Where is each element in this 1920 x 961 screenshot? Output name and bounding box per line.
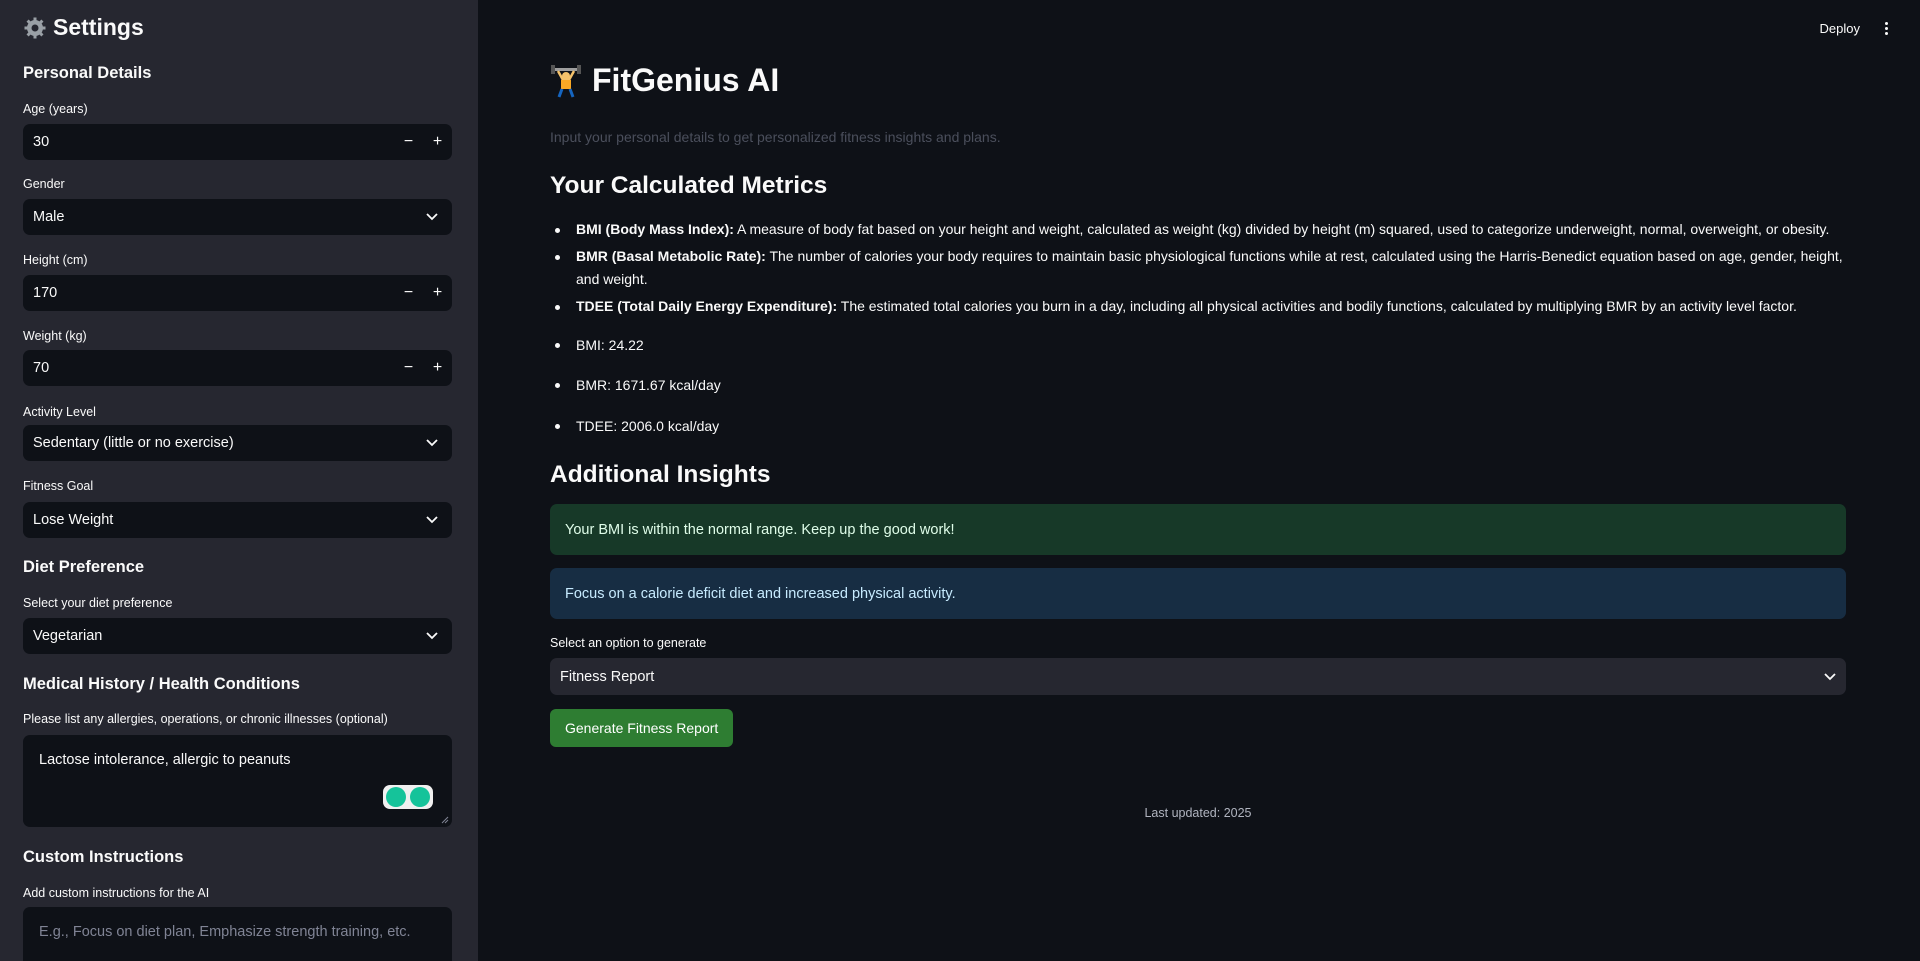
- gear-icon: [24, 17, 46, 38]
- definition-text: The estimated total calories you burn in…: [837, 297, 1797, 314]
- chevron-down-icon: [412, 516, 452, 524]
- insights-heading: Additional Insights: [550, 461, 771, 488]
- height-value[interactable]: 170: [23, 285, 394, 301]
- definition-bmi: BMI (Body Mass Index): A measure of body…: [550, 218, 1860, 242]
- chevron-down-icon: [412, 632, 452, 640]
- activity-select[interactable]: Sedentary (little or no exercise): [23, 425, 452, 461]
- page-title: FitGenius AI: [550, 62, 779, 99]
- custom-textarea[interactable]: E.g., Focus on diet plan, Emphasize stre…: [23, 907, 452, 961]
- generate-report-button[interactable]: Generate Fitness Report: [550, 709, 734, 747]
- definition-term: BMR (Basal Metabolic Rate):: [576, 247, 766, 264]
- activity-value: Sedentary (little or no exercise): [33, 435, 234, 451]
- definition-text: A measure of body fat based on your heig…: [733, 221, 1830, 237]
- gender-label: Gender: [23, 177, 65, 191]
- weight-input[interactable]: 70 − +: [23, 350, 452, 386]
- medical-label: Please list any allergies, operations, o…: [23, 712, 388, 726]
- option-value: Fitness Report: [560, 668, 655, 685]
- chevron-down-icon: [1824, 672, 1836, 680]
- main-content: Deploy FitGenius AI Input your personal …: [478, 0, 1920, 961]
- definition-text: The number of calories your body require…: [576, 247, 1843, 288]
- sidebar: Settings Personal Details Age (years) 30…: [0, 0, 478, 961]
- metric-bmi: BMI: 24.22: [550, 337, 644, 353]
- grammarly-widget[interactable]: [383, 785, 433, 809]
- definitions-list: BMI (Body Mass Index): A measure of body…: [550, 218, 1860, 318]
- goal-value: Lose Weight: [33, 512, 114, 528]
- definition-term: TDEE (Total Daily Energy Expenditure):: [576, 297, 838, 314]
- definition-tdee: TDEE (Total Daily Energy Expenditure): T…: [550, 295, 1860, 319]
- personal-details-heading: Personal Details: [23, 64, 152, 82]
- height-label: Height (cm): [23, 253, 88, 267]
- sidebar-title-text: Settings: [53, 14, 144, 40]
- medical-value[interactable]: Lactose intolerance, allergic to peanuts: [39, 752, 291, 768]
- kebab-menu-icon[interactable]: [1878, 20, 1894, 36]
- goal-label: Fitness Goal: [23, 479, 94, 493]
- diet-heading: Diet Preference: [23, 558, 145, 576]
- weightlifter-icon: [551, 64, 581, 98]
- age-input[interactable]: 30 − +: [23, 124, 452, 160]
- custom-heading: Custom Instructions: [23, 848, 184, 866]
- sidebar-title: Settings: [23, 14, 144, 41]
- resize-handle-icon[interactable]: [441, 816, 449, 824]
- page-title-text: FitGenius AI: [592, 62, 780, 98]
- chevron-down-icon: [412, 439, 452, 447]
- activity-label: Activity Level: [23, 405, 96, 419]
- height-input[interactable]: 170 − +: [23, 275, 452, 311]
- grammarly-icon[interactable]: [410, 787, 430, 807]
- medical-heading: Medical History / Health Conditions: [23, 675, 300, 693]
- height-increment-button[interactable]: +: [423, 275, 452, 311]
- option-label: Select an option to generate: [550, 636, 707, 650]
- metric-bmr: BMR: 1671.67 kcal/day: [550, 377, 721, 393]
- weight-value[interactable]: 70: [23, 360, 394, 376]
- diet-label: Select your diet preference: [23, 596, 173, 610]
- age-decrement-button[interactable]: −: [394, 124, 423, 160]
- bulb-icon[interactable]: [386, 787, 406, 807]
- age-value[interactable]: 30: [23, 134, 394, 150]
- weight-label: Weight (kg): [23, 329, 87, 343]
- option-select[interactable]: Fitness Report: [550, 658, 1846, 695]
- medical-textarea[interactable]: Lactose intolerance, allergic to peanuts: [23, 735, 452, 827]
- definition-term: BMI (Body Mass Index):: [576, 221, 734, 237]
- definition-bmr: BMR (Basal Metabolic Rate): The number o…: [550, 245, 1860, 292]
- weight-decrement-button[interactable]: −: [394, 350, 423, 386]
- diet-value: Vegetarian: [33, 628, 103, 644]
- success-alert: Your BMI is within the normal range. Kee…: [550, 504, 1846, 555]
- age-label: Age (years): [23, 102, 88, 116]
- gender-select[interactable]: Male: [23, 199, 452, 235]
- footer-text: Last updated: 2025: [1144, 806, 1252, 820]
- info-alert: Focus on a calorie deficit diet and incr…: [550, 568, 1846, 619]
- custom-placeholder[interactable]: E.g., Focus on diet plan, Emphasize stre…: [39, 924, 411, 940]
- goal-select[interactable]: Lose Weight: [23, 502, 452, 538]
- age-increment-button[interactable]: +: [423, 124, 452, 160]
- page-subtitle: Input your personal details to get perso…: [550, 129, 1001, 145]
- chevron-down-icon: [412, 213, 452, 221]
- diet-select[interactable]: Vegetarian: [23, 618, 452, 654]
- gender-value: Male: [33, 209, 65, 225]
- weight-increment-button[interactable]: +: [423, 350, 452, 386]
- metric-tdee: TDEE: 2006.0 kcal/day: [550, 418, 719, 434]
- height-decrement-button[interactable]: −: [394, 275, 423, 311]
- top-toolbar: Deploy: [1820, 0, 1920, 56]
- custom-label: Add custom instructions for the AI: [23, 886, 210, 900]
- deploy-button[interactable]: Deploy: [1820, 21, 1860, 36]
- metrics-heading: Your Calculated Metrics: [550, 172, 828, 199]
